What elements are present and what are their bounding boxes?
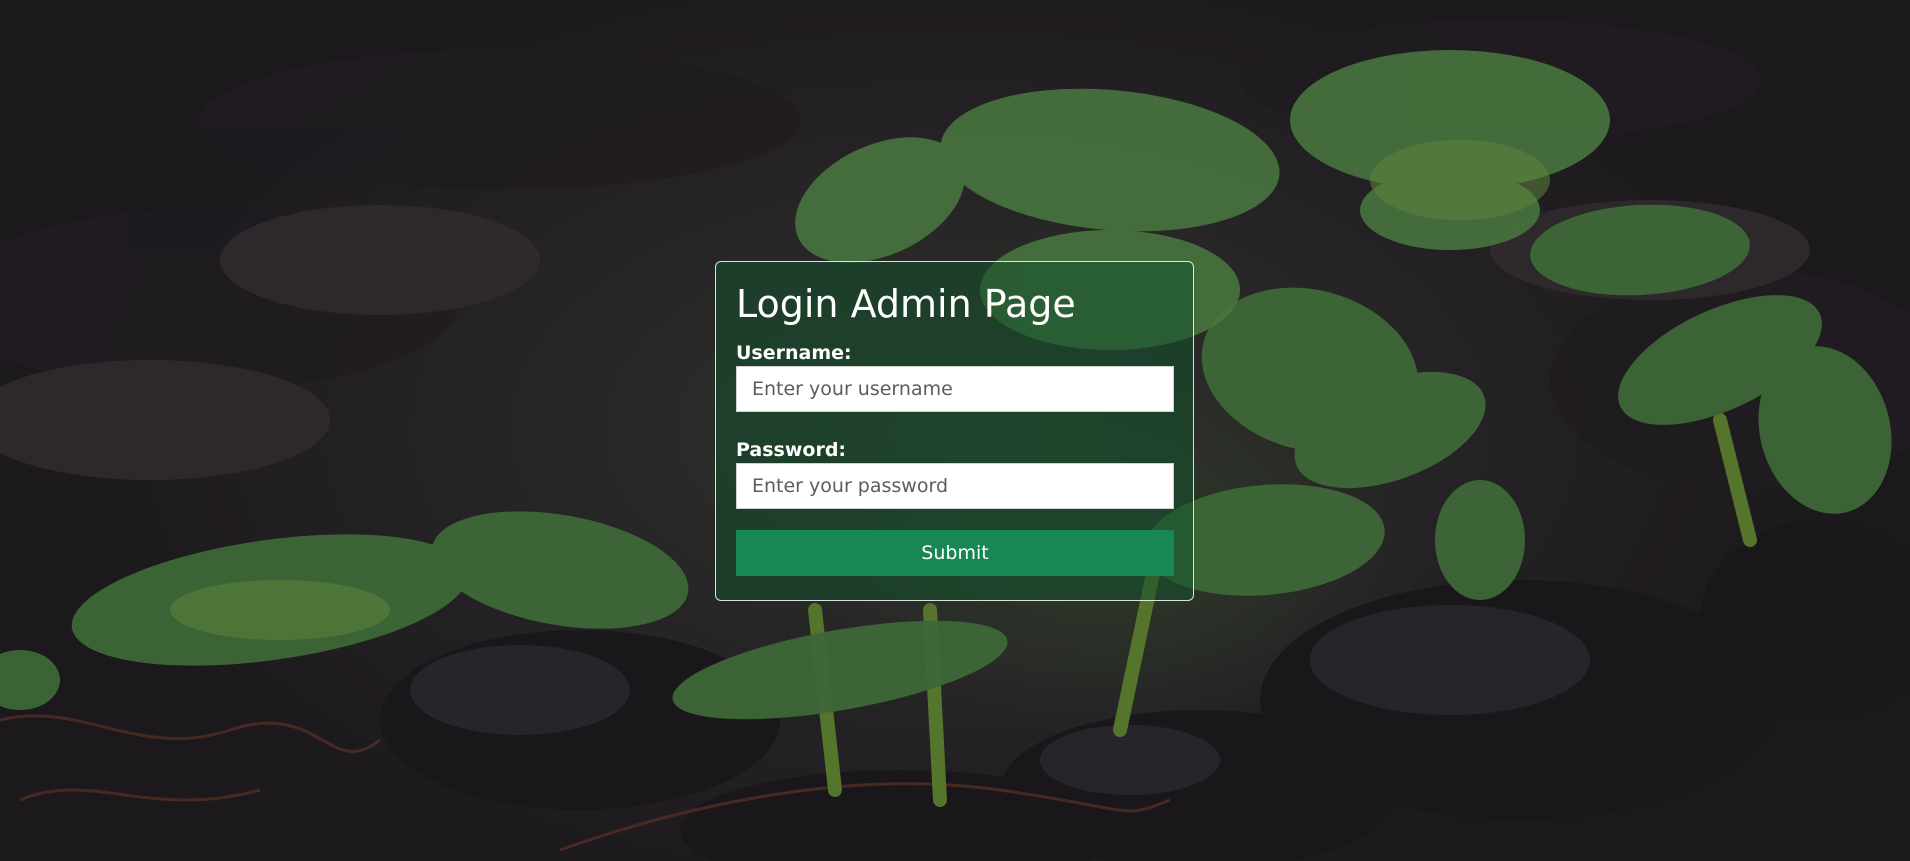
page-title: Login Admin Page bbox=[736, 282, 1076, 326]
username-label: Username: bbox=[736, 342, 852, 364]
submit-button[interactable]: Submit bbox=[736, 530, 1174, 576]
login-card: Login Admin Page Username: Password: Sub… bbox=[715, 261, 1194, 601]
username-input[interactable] bbox=[736, 366, 1174, 412]
password-input[interactable] bbox=[736, 463, 1174, 509]
password-label: Password: bbox=[736, 439, 847, 461]
